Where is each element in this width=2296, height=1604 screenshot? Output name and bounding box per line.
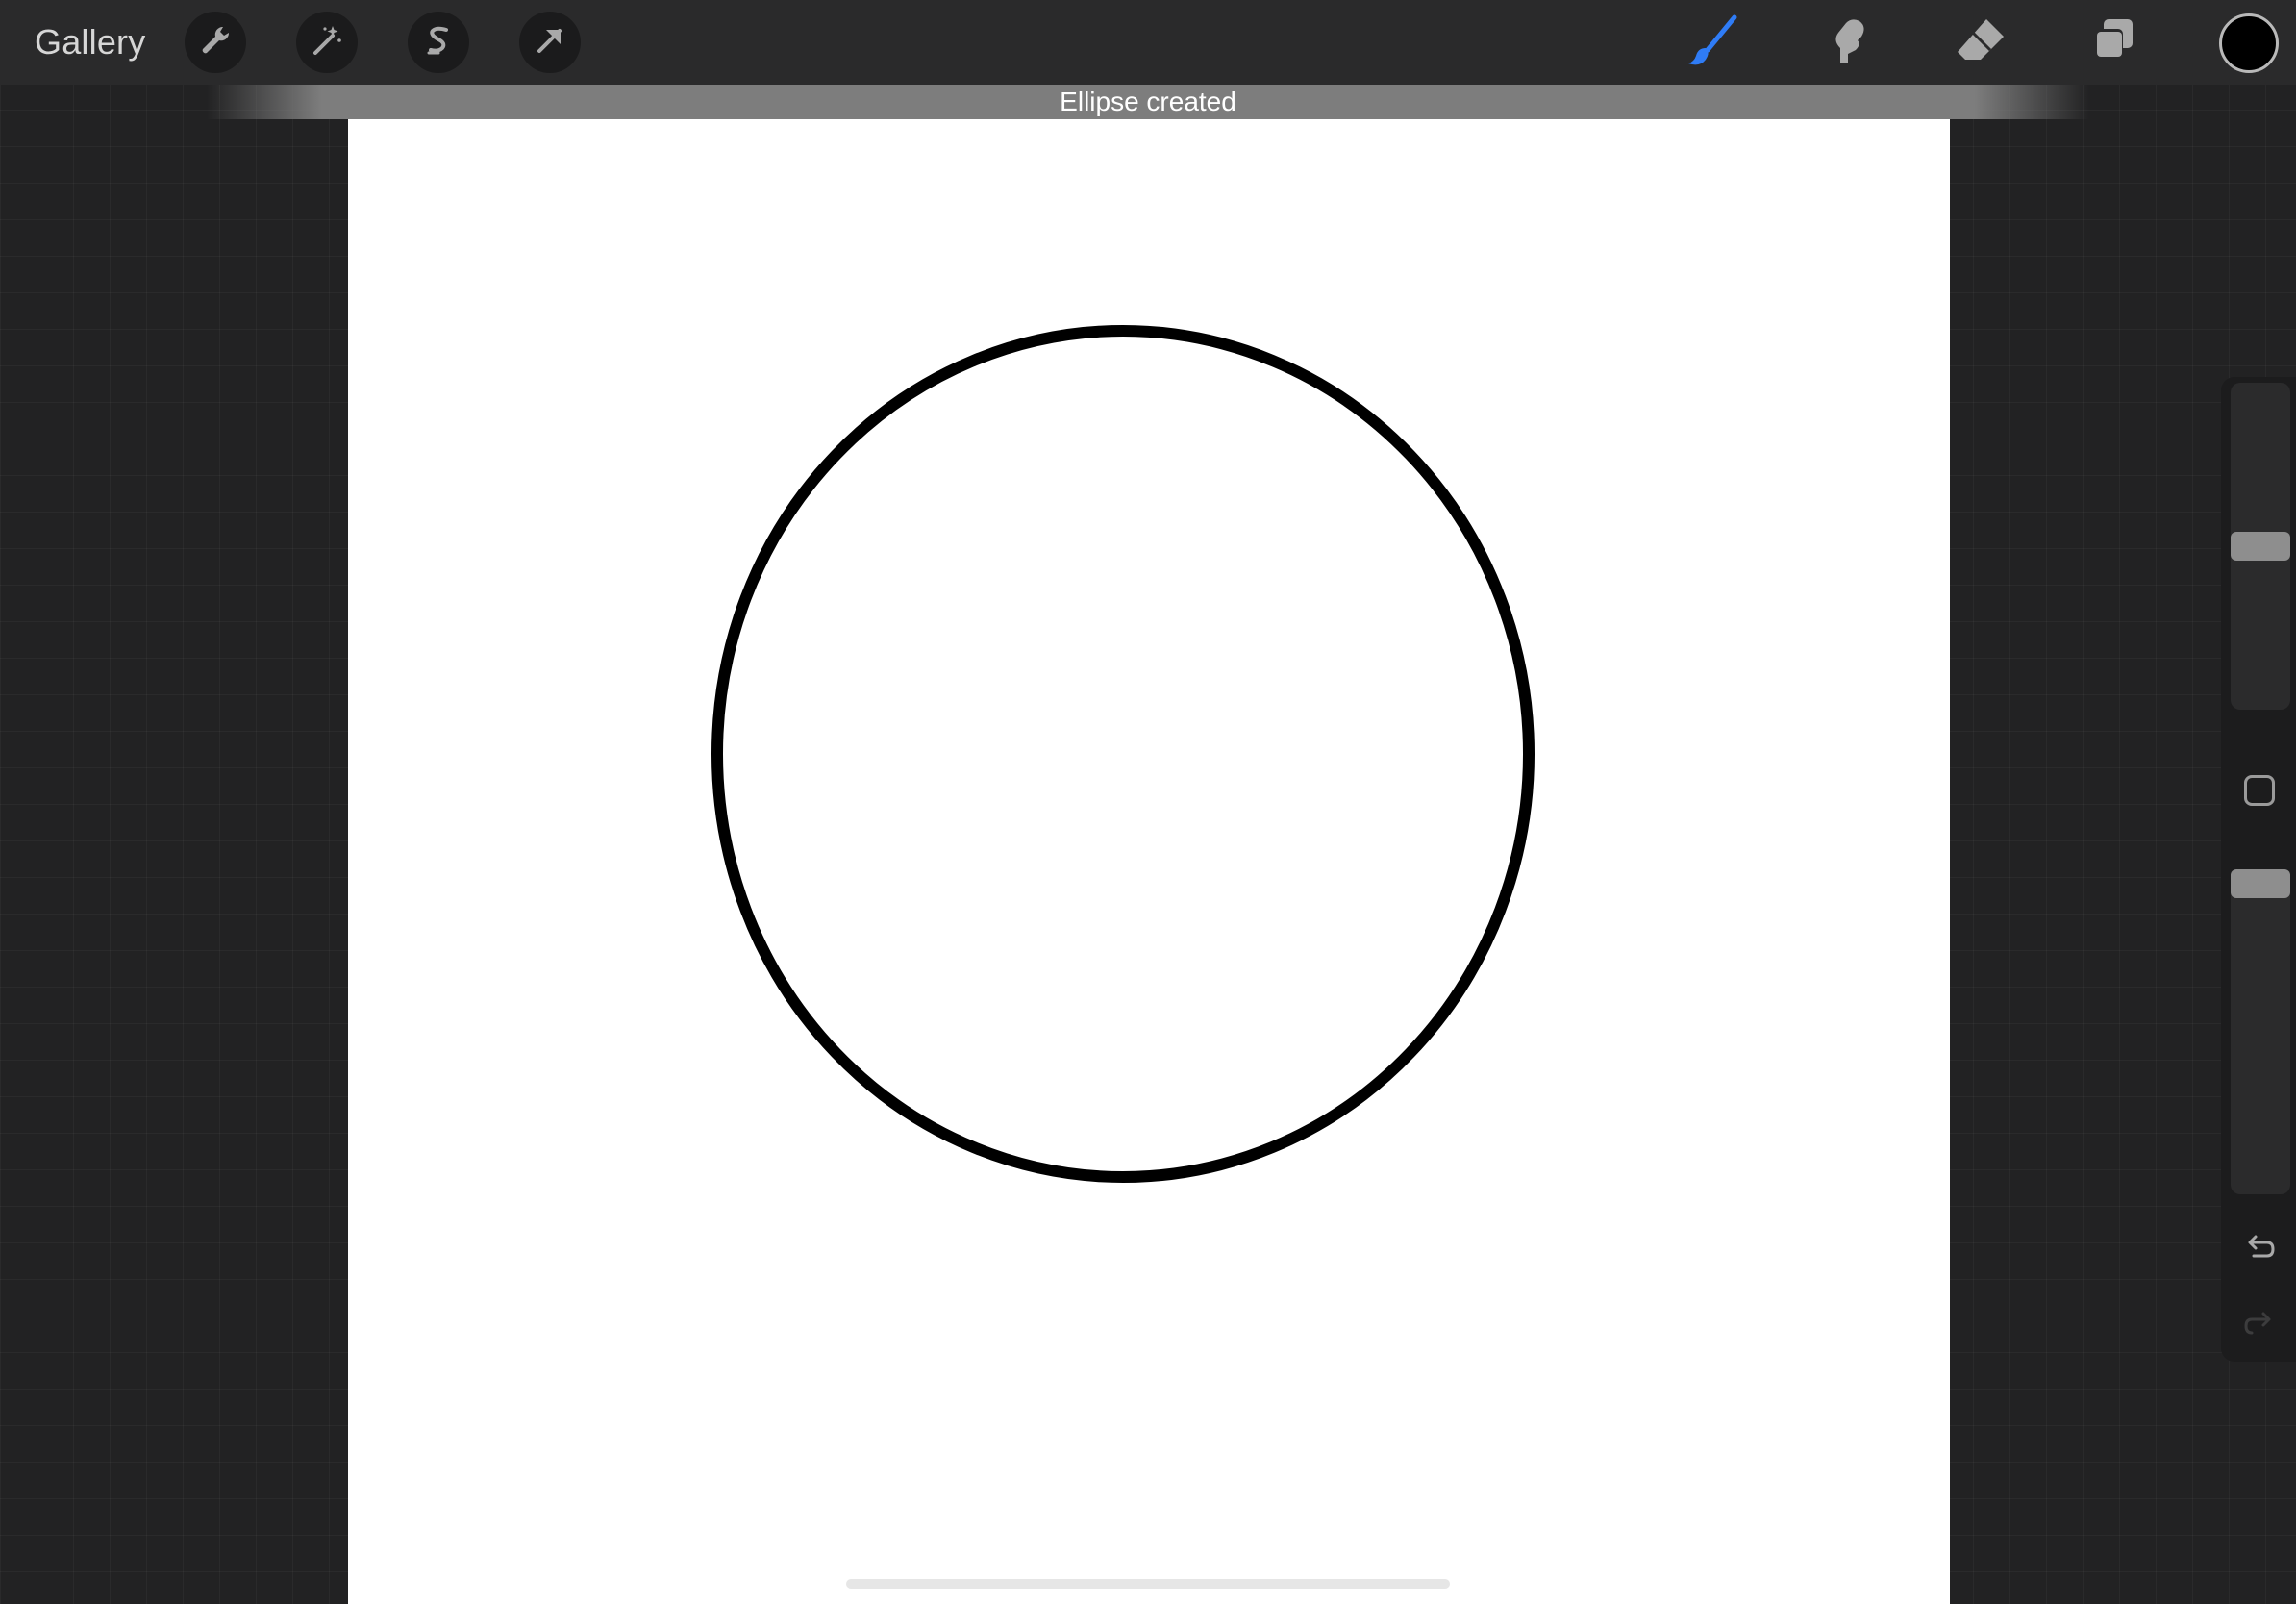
canvas-artwork [711,325,1535,1183]
drawing-canvas[interactable] [348,119,1950,1604]
brush-tool-button[interactable] [1685,13,1742,71]
selection-s-icon [419,21,458,64]
status-toast: Ellipse created [0,85,2296,119]
modify-button[interactable] [2244,775,2275,806]
brush-size-thumb[interactable] [2231,532,2290,561]
top-toolbar: Gallery [0,0,2296,85]
arrow-cursor-icon [531,21,569,64]
redo-button[interactable] [2240,1306,2279,1344]
undo-button[interactable] [2240,1229,2279,1267]
adjustments-button[interactable] [296,12,358,73]
brush-sidebar [2221,377,2296,1362]
eraser-icon [1952,12,2009,74]
brush-icon [1685,12,1742,74]
brush-opacity-thumb[interactable] [2231,869,2290,898]
toast-message: Ellipse created [1060,87,1236,116]
smudge-finger-icon [1819,12,1877,74]
brush-opacity-slider[interactable] [2231,869,2290,1194]
home-indicator[interactable] [846,1579,1450,1589]
selection-button[interactable] [408,12,469,73]
wrench-icon [196,21,235,64]
transform-button[interactable] [519,12,581,73]
smudge-tool-button[interactable] [1819,13,1877,71]
actions-button[interactable] [185,12,246,73]
redo-arrow-icon [2240,1312,2279,1348]
ellipse-stroke [711,325,1535,1183]
color-picker-button[interactable] [2219,13,2279,73]
layers-icon [2084,12,2142,74]
undo-arrow-icon [2240,1235,2279,1271]
layers-button[interactable] [2084,13,2142,71]
magic-wand-icon [308,21,346,64]
brush-size-slider[interactable] [2231,383,2290,710]
eraser-tool-button[interactable] [1952,13,2009,71]
procreate-app: Gallery Ellipse created [0,0,2296,1604]
gallery-button[interactable]: Gallery [35,21,145,63]
